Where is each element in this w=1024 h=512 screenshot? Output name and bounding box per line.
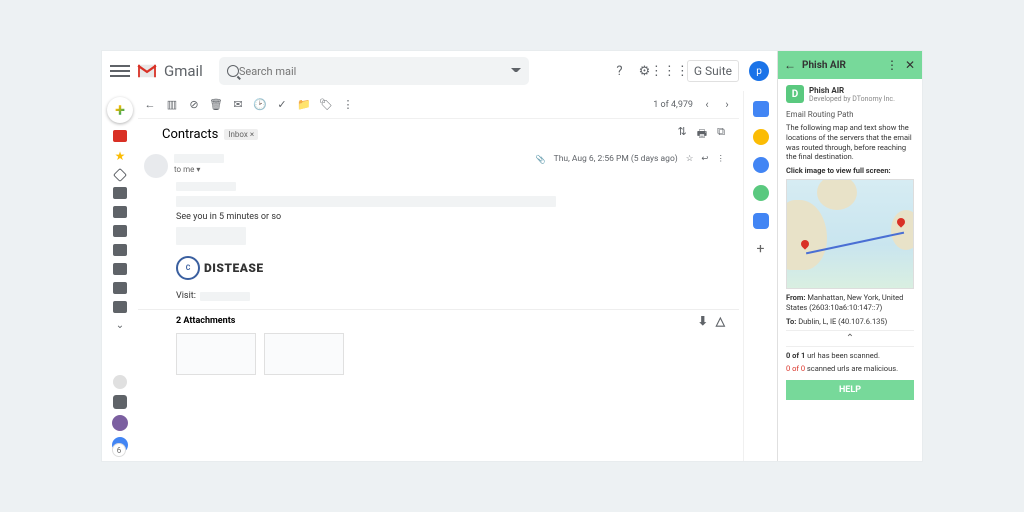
sender-name	[174, 154, 224, 163]
chat-icon[interactable]	[113, 395, 127, 409]
more-icon[interactable]: ⋮	[342, 99, 354, 111]
body-redacted	[176, 182, 236, 191]
gsuite-badge: G Suite	[687, 60, 739, 82]
visit-link-redacted	[200, 292, 250, 301]
addon-app-name: Phish AIR	[809, 86, 895, 95]
message-count: 1 of 4,979	[653, 100, 693, 110]
attachments-title: 2 Attachments	[176, 316, 235, 326]
delete-icon[interactable]: 🗑	[210, 99, 222, 111]
tasks-addon-icon[interactable]	[753, 157, 769, 173]
nav-label[interactable]	[113, 301, 127, 313]
search-field[interactable]	[239, 65, 511, 78]
addon-app-logo-icon: D	[786, 85, 804, 103]
body-redacted	[176, 196, 556, 207]
nav-starred[interactable]: ★	[115, 149, 126, 163]
task-icon[interactable]: ✓	[276, 99, 288, 111]
subject-text: Contracts	[162, 127, 218, 142]
search-options-icon[interactable]	[511, 66, 521, 76]
keep-addon-icon[interactable]	[753, 129, 769, 145]
section-desc: The following map and text show the loca…	[786, 123, 914, 162]
to-line[interactable]: to me ▾	[174, 165, 224, 174]
distease-logo-icon: C	[176, 256, 200, 280]
help-button[interactable]: HELP	[786, 380, 914, 400]
routing-map[interactable]	[786, 179, 914, 289]
back-icon[interactable]: ←	[144, 99, 156, 111]
more-icon[interactable]: ⋮	[717, 154, 726, 164]
nav-label[interactable]	[113, 263, 127, 275]
label-icon[interactable]: 🏷	[320, 99, 332, 111]
menu-button[interactable]	[110, 65, 130, 77]
hangouts-icon[interactable]	[113, 375, 127, 389]
nav-label[interactable]	[113, 206, 127, 218]
addon-close-icon[interactable]: ✕	[904, 59, 916, 71]
compose-button[interactable]: +	[107, 97, 133, 123]
archive-icon[interactable]: ▥	[166, 99, 178, 111]
addon-developer: Developed by DTonomy Inc.	[809, 95, 895, 103]
nav-inbox[interactable]	[113, 130, 127, 142]
conversation-count-badge: 6	[112, 443, 126, 457]
snooze-icon[interactable]: 🕑	[254, 99, 266, 111]
help-icon[interactable]: ?	[612, 64, 627, 79]
spam-icon[interactable]: ⊘	[188, 99, 200, 111]
apps-icon[interactable]: ⋮⋮⋮	[662, 64, 677, 79]
map-prompt: Click image to view full screen:	[786, 166, 914, 175]
download-all-icon[interactable]: ⬇	[698, 314, 708, 328]
phishair-addon-icon[interactable]	[753, 185, 769, 201]
calendar-addon-icon[interactable]	[753, 101, 769, 117]
collapse-icon[interactable]: ⇅	[678, 125, 687, 144]
star-icon[interactable]: ☆	[686, 154, 694, 164]
nav-label[interactable]	[113, 187, 127, 199]
gmail-logo-icon	[136, 63, 158, 79]
next-icon[interactable]: ›	[721, 99, 733, 111]
body-text: See you in 5 minutes or so	[176, 212, 725, 222]
nav-more[interactable]: ⌄	[116, 320, 124, 331]
nav-label[interactable]	[113, 282, 127, 294]
phone-icon[interactable]	[112, 415, 128, 431]
inbox-label[interactable]: Inbox ×	[224, 129, 258, 140]
nav-sent[interactable]	[113, 168, 127, 182]
route-from: From: Manhattan, New York, United States…	[786, 293, 914, 313]
body-redacted	[176, 227, 246, 245]
move-icon[interactable]: 📁	[298, 99, 310, 111]
attachment-indicator-icon: 📎	[536, 155, 546, 164]
nav-label[interactable]	[113, 225, 127, 237]
scan-status: 0 of 1 url has been scanned.	[786, 351, 914, 360]
unread-icon[interactable]: ✉	[232, 99, 244, 111]
scan-malicious: 0 of 0 scanned urls are malicious.	[786, 364, 914, 373]
search-input[interactable]	[219, 57, 529, 85]
addon-menu-icon[interactable]: ⋮	[886, 59, 898, 71]
addon-back-icon[interactable]: ←	[784, 59, 796, 71]
route-to: To: Dublin, L, IE (40.107.6.135)	[786, 317, 914, 327]
visit-label: Visit:	[176, 291, 196, 301]
section-title: Email Routing Path	[786, 110, 914, 119]
collapse-icon[interactable]: ⌃	[786, 330, 914, 347]
brand-text: Gmail	[164, 62, 203, 80]
addon-title: Phish AIR	[802, 60, 880, 71]
reply-icon[interactable]: ↩	[701, 154, 708, 164]
popout-icon[interactable]: ⧉	[717, 125, 725, 144]
distease-logo-text: DISTEASE	[204, 261, 264, 275]
save-drive-icon[interactable]: △	[716, 314, 725, 328]
sender-avatar	[144, 154, 168, 178]
account-avatar[interactable]: p	[749, 61, 769, 81]
prev-icon[interactable]: ‹	[701, 99, 713, 111]
attachment-thumb[interactable]	[264, 333, 344, 375]
print-icon[interactable]: 🖶	[697, 125, 707, 144]
contacts-addon-icon[interactable]	[753, 213, 769, 229]
search-icon	[227, 65, 239, 77]
attachment-thumb[interactable]	[176, 333, 256, 375]
get-addons-icon[interactable]: +	[757, 241, 765, 257]
message-date: Thu, Aug 6, 2:56 PM (5 days ago)	[554, 154, 678, 164]
nav-label[interactable]	[113, 244, 127, 256]
